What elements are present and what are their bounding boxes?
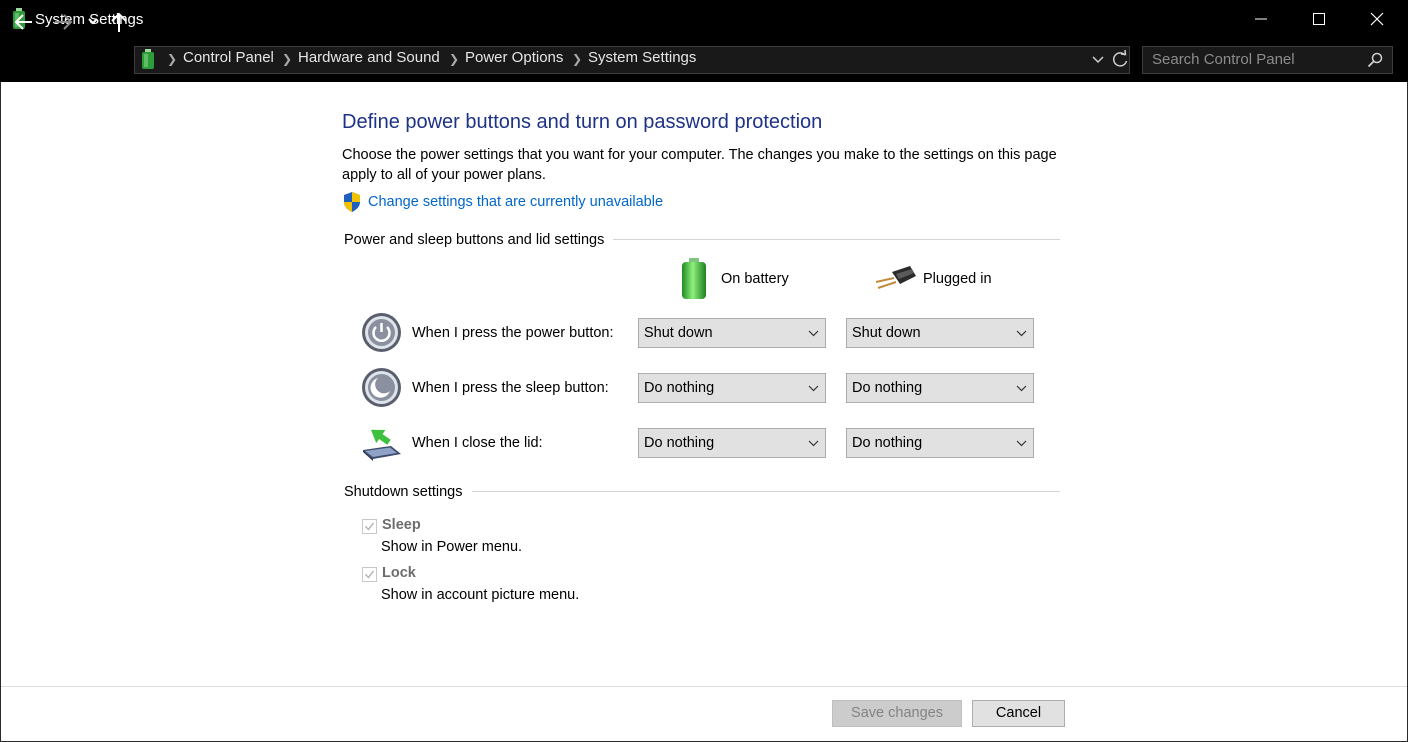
select-value: Shut down — [852, 325, 921, 341]
title-bar: System Settings — [0, 0, 1408, 38]
sleep-checkbox[interactable] — [362, 519, 377, 534]
sleep-option-description: Show in Power menu. — [381, 539, 523, 555]
breadcrumb-power-options[interactable]: Power Options — [465, 49, 563, 66]
address-dropdown-icon[interactable] — [1091, 55, 1105, 65]
lock-option-title: Lock — [382, 565, 416, 581]
up-button[interactable] — [110, 11, 128, 33]
battery-icon — [682, 258, 706, 299]
chevron-down-icon — [808, 440, 819, 447]
breadcrumb-control-panel[interactable]: Control Panel — [183, 49, 274, 66]
shutdown-group-label: Shutdown settings — [344, 484, 472, 500]
chevron-down-icon — [88, 18, 98, 25]
page-title: Define power buttons and turn on passwor… — [342, 111, 823, 133]
chevron-down-icon — [1016, 330, 1027, 337]
sleep-button-icon — [362, 368, 401, 407]
select-value: Do nothing — [852, 380, 923, 396]
refresh-icon[interactable] — [1111, 50, 1129, 70]
close-lid-on-battery-select[interactable]: Do nothing — [638, 428, 826, 458]
laptop-lid-icon — [363, 429, 401, 461]
change-unavailable-settings-link[interactable]: Change settings that are currently unava… — [368, 194, 663, 210]
page-description: Choose the power settings that you want … — [342, 147, 1057, 183]
search-placeholder[interactable]: Search Control Panel — [1152, 51, 1295, 68]
back-button[interactable] — [14, 11, 34, 33]
select-value: Do nothing — [644, 435, 715, 451]
minimize-button[interactable] — [1232, 0, 1290, 38]
chevron-down-icon — [1016, 385, 1027, 392]
close-button[interactable] — [1348, 0, 1406, 38]
recent-locations-button[interactable] — [87, 11, 99, 33]
power-plug-icon — [875, 266, 916, 289]
arrow-right-icon — [55, 14, 73, 30]
breadcrumb-hardware-and-sound[interactable]: Hardware and Sound — [298, 49, 440, 66]
breadcrumb-separator-icon[interactable]: ❯ — [572, 52, 582, 66]
breadcrumb-system-settings[interactable]: System Settings — [588, 49, 696, 66]
save-changes-button[interactable]: Save changes — [832, 700, 962, 727]
select-value: Shut down — [644, 325, 713, 341]
minimize-icon — [1255, 18, 1267, 20]
lock-option-description: Show in account picture menu. — [381, 587, 580, 603]
power-button-on-battery-select[interactable]: Shut down — [638, 318, 826, 348]
uac-shield-icon — [344, 192, 360, 212]
sleep-option-title: Sleep — [382, 517, 421, 533]
breadcrumb-separator-icon[interactable]: ❯ — [167, 52, 177, 66]
close-lid-plugged-in-select[interactable]: Do nothing — [846, 428, 1034, 458]
breadcrumb-separator-icon[interactable]: ❯ — [282, 52, 292, 66]
cancel-button[interactable]: Cancel — [972, 700, 1065, 727]
arrow-up-icon — [111, 12, 127, 32]
chevron-down-icon — [808, 330, 819, 337]
chevron-down-icon — [1016, 440, 1027, 447]
maximize-button[interactable] — [1290, 0, 1348, 38]
select-value: Do nothing — [852, 435, 923, 451]
checkmark-icon — [365, 522, 375, 531]
power-button-plugged-in-select[interactable]: Shut down — [846, 318, 1034, 348]
control-panel-icon — [142, 49, 154, 69]
maximize-icon — [1313, 13, 1325, 25]
checkmark-icon — [365, 570, 375, 579]
power-button-icon — [362, 313, 401, 352]
arrow-left-icon — [14, 14, 32, 30]
close-lid-label: When I close the lid: — [412, 435, 543, 451]
search-icon[interactable] — [1367, 52, 1383, 68]
breadcrumb-separator-icon[interactable]: ❯ — [449, 52, 459, 66]
power-group-label: Power and sleep buttons and lid settings — [344, 232, 614, 248]
plugged-in-column-label: Plugged in — [923, 271, 992, 287]
lock-checkbox[interactable] — [362, 567, 377, 582]
sleep-button-label: When I press the sleep button: — [412, 380, 609, 396]
power-button-label: When I press the power button: — [412, 325, 614, 341]
close-icon — [1370, 12, 1384, 26]
on-battery-column-label: On battery — [721, 271, 789, 287]
select-value: Do nothing — [644, 380, 715, 396]
chevron-down-icon — [808, 385, 819, 392]
footer-divider — [1, 686, 1407, 687]
sleep-button-on-battery-select[interactable]: Do nothing — [638, 373, 826, 403]
forward-button[interactable] — [53, 11, 73, 33]
sleep-button-plugged-in-select[interactable]: Do nothing — [846, 373, 1034, 403]
